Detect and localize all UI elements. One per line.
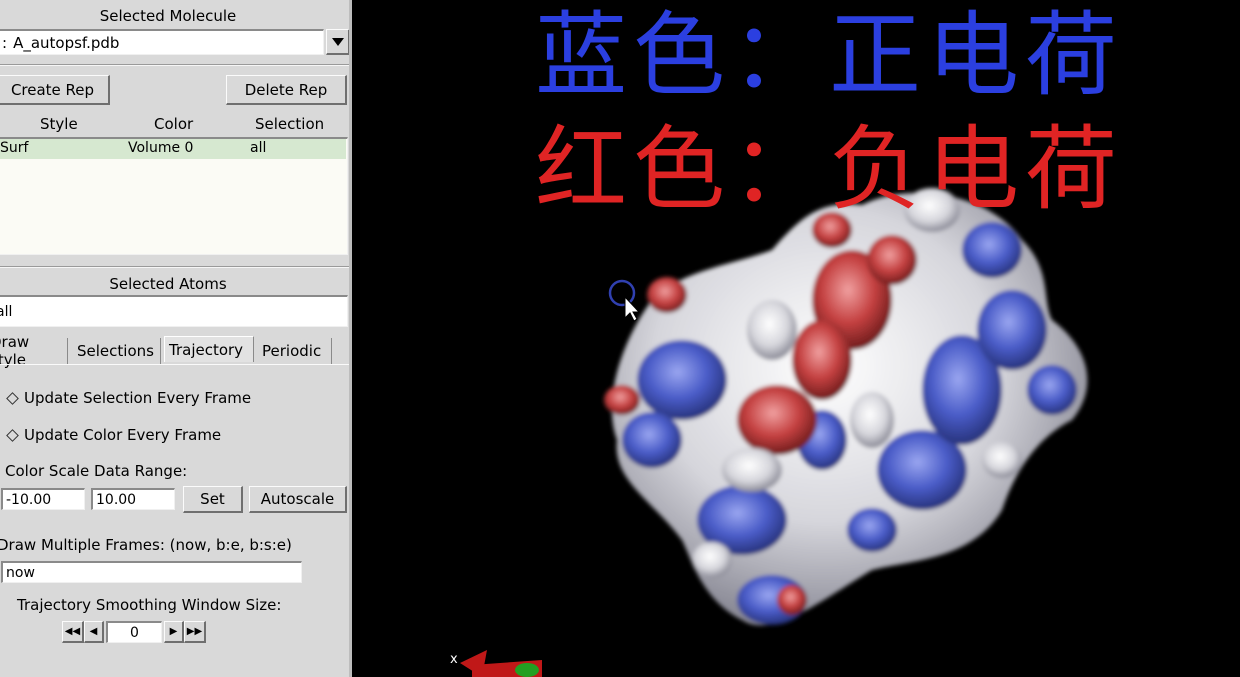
axis-x-label: x [450,652,458,667]
rep-header-style: Style [40,115,78,133]
rep-color-cell: Volume 0 [128,140,194,156]
range-min-input[interactable] [1,488,85,510]
draw-multiple-frames-input[interactable] [1,561,302,583]
molecule-dropdown-button[interactable] [326,29,349,55]
right-arrow-icon: ▶ [169,626,178,637]
selected-molecule-label: Selected Molecule [99,7,237,25]
selected-atoms-input[interactable]: all [0,295,348,327]
double-right-arrow-icon: ▶▶ [186,626,203,637]
separator [0,64,349,66]
smoothing-window-label: Trajectory Smoothing Window Size: [17,596,282,614]
set-button[interactable]: Set [183,486,243,513]
tab-baseline [0,364,349,365]
radio-diamond-icon [6,391,19,405]
tab-trajectory[interactable]: Trajectory [164,336,254,362]
radio-diamond-icon [6,428,19,442]
update-color-option[interactable]: Update Color Every Frame [6,426,221,444]
draw-multiple-frames-label: Draw Multiple Frames: (now, b:e, b:s:e) [0,536,292,554]
rep-header-selection: Selection [255,115,325,133]
rep-style-cell: Surf [0,140,29,156]
smoothing-window-input[interactable] [106,621,162,643]
range-max-input[interactable] [91,488,175,510]
tab-selections[interactable]: Selections [73,338,161,364]
rep-list[interactable]: Surf Volume 0 all [0,137,348,255]
step-first-button[interactable]: ◀◀ [62,621,84,643]
legend-positive-charge: 蓝色：正电荷 [535,2,1124,109]
double-left-arrow-icon: ◀◀ [64,626,81,637]
molecule-select-value: A_autopsf.pdb [13,33,120,52]
separator [0,266,349,268]
update-selection-label: Update Selection Every Frame [24,389,252,407]
step-prev-button[interactable]: ◀ [84,621,104,643]
chevron-down-icon [331,37,344,46]
step-last-button[interactable]: ▶▶ [184,621,206,643]
delete-rep-button[interactable]: Delete Rep [226,75,347,105]
step-next-button[interactable]: ▶ [164,621,184,643]
color-scale-range-label: Color Scale Data Range: [5,462,188,480]
selected-atoms-label: Selected Atoms [109,275,227,293]
axis-y-indicator [515,663,539,677]
tab-draw-style[interactable]: Draw style [0,333,68,369]
molecule-select[interactable]: : A_autopsf.pdb [0,29,324,55]
table-row[interactable]: Surf Volume 0 all [0,139,346,159]
legend-negative-charge: 红色：负电荷 [535,116,1124,223]
cursor-ring [608,279,636,307]
autoscale-button[interactable]: Autoscale [249,486,347,513]
opengl-display-viewport[interactable]: x 蓝色：正电荷 红色：负电荷 [352,0,1240,677]
update-color-label: Update Color Every Frame [24,426,222,444]
rep-header-color: Color [154,115,194,133]
left-arrow-icon: ◀ [89,626,98,637]
rep-selection-cell: all [250,140,267,156]
selected-atoms-value: all [0,303,13,320]
update-selection-option[interactable]: Update Selection Every Frame [6,389,251,407]
molecule-id-prefix: : [2,33,8,52]
tab-periodic[interactable]: Periodic [258,338,332,364]
graphical-representations-panel: Selected Molecule : A_autopsf.pdb Create… [0,0,352,677]
create-rep-button[interactable]: Create Rep [0,75,110,105]
